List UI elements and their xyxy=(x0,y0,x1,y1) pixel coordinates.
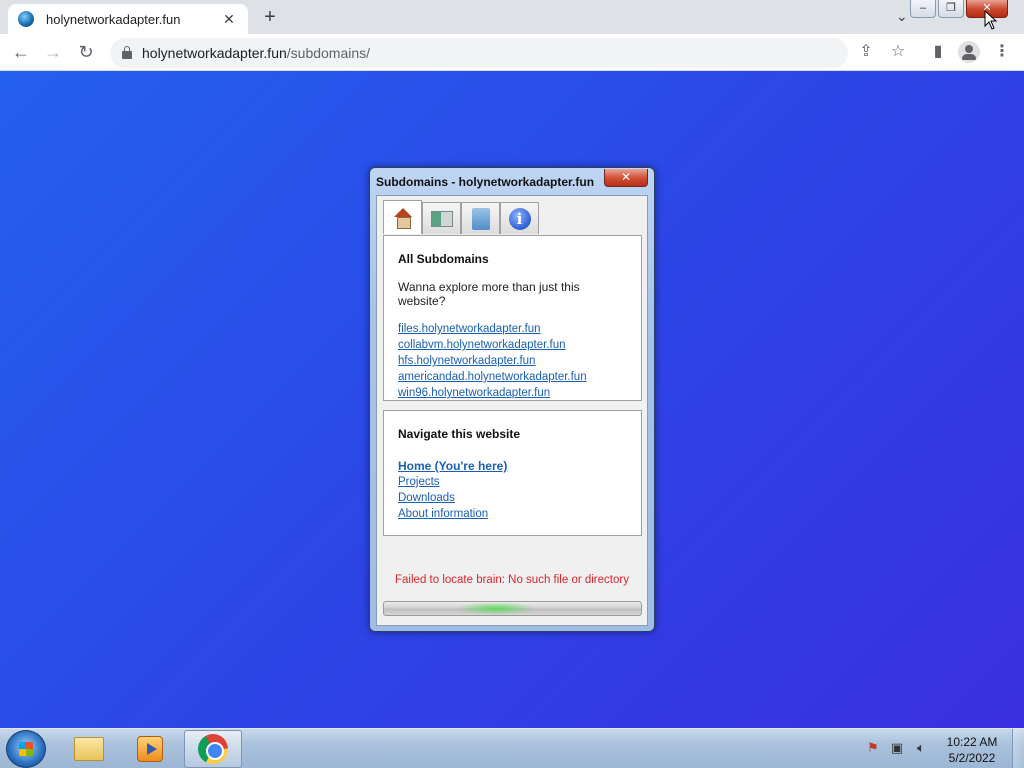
dialog-title: Subdomains - holynetworkadapter.fun xyxy=(376,175,595,189)
tab-title: holynetworkadapter.fun xyxy=(46,11,181,27)
taskbar-file-explorer[interactable] xyxy=(60,730,118,768)
bookmark-star-icon[interactable]: ☆ xyxy=(886,40,910,64)
start-button[interactable] xyxy=(6,730,46,768)
restore-button[interactable]: ❐ xyxy=(938,0,964,18)
downloads-icon xyxy=(471,207,490,230)
subdomain-link-americandad[interactable]: americandad.holynetworkadapter.fun xyxy=(398,369,627,385)
subdomains-description: Wanna explore more than just this websit… xyxy=(398,280,580,308)
subdomains-heading: All Subdomains xyxy=(398,252,489,266)
tab-search-chevron-icon[interactable]: ⌄ xyxy=(896,8,908,25)
forward-arrow-icon[interactable]: → xyxy=(41,40,65,64)
tab-info[interactable]: i xyxy=(500,202,539,234)
progress-bar xyxy=(383,601,642,616)
action-center-flag-icon[interactable]: ⚑ xyxy=(864,739,882,757)
projects-icon xyxy=(430,210,453,227)
tab-downloads[interactable] xyxy=(461,202,500,234)
side-panel-icon[interactable]: ▮ xyxy=(926,40,950,64)
clock-time: 10:22 AM xyxy=(946,735,998,749)
subdomain-links: files.holynetworkadapter.fun collabvm.ho… xyxy=(398,321,627,401)
network-icon[interactable]: ▣ xyxy=(888,739,906,757)
minimize-button[interactable]: – xyxy=(910,0,936,18)
browser-tab[interactable]: holynetworkadapter.fun ✕ xyxy=(8,4,248,34)
dialog-close-button[interactable]: ✕ xyxy=(604,169,648,187)
browser-toolbar: ← → ↻ holynetworkadapter.fun/subdomains/… xyxy=(0,34,1024,71)
navigation-heading: Navigate this website xyxy=(398,427,521,441)
mouse-cursor-icon xyxy=(984,10,998,30)
tab-close-button[interactable]: ✕ xyxy=(220,11,238,28)
navigation-panel: Navigate this website Home (You're here)… xyxy=(383,410,642,536)
subdomains-panel: All Subdomains Wanna explore more than j… xyxy=(383,235,642,401)
url-path: /subdomains/ xyxy=(286,45,371,61)
clock-date: 5/2/2022 xyxy=(948,751,996,765)
dialog-tabs: i xyxy=(383,200,539,234)
share-icon[interactable]: ⇪ xyxy=(854,40,878,64)
taskbar-media-player[interactable] xyxy=(121,730,179,768)
taskbar: ⚑ ▣ 🔈︎ 10:22 AM 5/2/2022 xyxy=(0,728,1024,768)
show-desktop-button[interactable] xyxy=(1012,729,1024,768)
nav-link-home[interactable]: Home (You're here) xyxy=(398,458,627,474)
globe-favicon-icon xyxy=(18,11,34,27)
progress-glow xyxy=(456,602,536,615)
nav-link-downloads[interactable]: Downloads xyxy=(398,490,627,506)
info-icon: i xyxy=(508,207,531,230)
taskbar-clock[interactable]: 10:22 AM 5/2/2022 xyxy=(936,734,1008,766)
chrome-icon xyxy=(198,734,228,764)
system-tray: ⚑ ▣ 🔈︎ xyxy=(864,739,930,757)
subdomain-link-collabvm[interactable]: collabvm.holynetworkadapter.fun xyxy=(398,337,627,353)
menu-dots-icon[interactable]: ⋮ xyxy=(990,40,1014,64)
tab-projects[interactable] xyxy=(422,202,461,234)
home-icon xyxy=(393,207,413,229)
error-message: Failed to locate brain: No such file or … xyxy=(395,574,629,586)
address-bar[interactable]: holynetworkadapter.fun/subdomains/ xyxy=(110,38,848,68)
folder-icon xyxy=(74,737,104,761)
navigation-links: Home (You're here) Projects Downloads Ab… xyxy=(398,458,627,522)
profile-avatar-icon[interactable] xyxy=(958,41,980,63)
subdomains-dialog: Subdomains - holynetworkadapter.fun ✕ i … xyxy=(369,167,655,632)
subdomain-link-hfs[interactable]: hfs.holynetworkadapter.fun xyxy=(398,353,627,369)
url-host: holynetworkadapter.fun xyxy=(142,45,287,61)
tab-strip: holynetworkadapter.fun ✕ + ⌄ – ❐ ✕ xyxy=(0,0,1024,34)
dialog-body: i All Subdomains Wanna explore more than… xyxy=(376,195,648,626)
reload-icon[interactable]: ↻ xyxy=(74,40,98,64)
nav-link-projects[interactable]: Projects xyxy=(398,474,627,490)
media-player-icon xyxy=(137,736,163,762)
volume-icon[interactable]: 🔈︎ xyxy=(912,739,930,757)
subdomain-link-files[interactable]: files.holynetworkadapter.fun xyxy=(398,321,627,337)
new-tab-button[interactable]: + xyxy=(258,6,282,28)
tab-home[interactable] xyxy=(383,200,422,234)
taskbar-chrome[interactable] xyxy=(184,730,242,768)
nav-link-about[interactable]: About information xyxy=(398,506,627,522)
subdomain-link-win96[interactable]: win96.holynetworkadapter.fun xyxy=(398,385,627,401)
lock-icon[interactable] xyxy=(122,45,132,59)
back-arrow-icon[interactable]: ← xyxy=(9,40,33,64)
